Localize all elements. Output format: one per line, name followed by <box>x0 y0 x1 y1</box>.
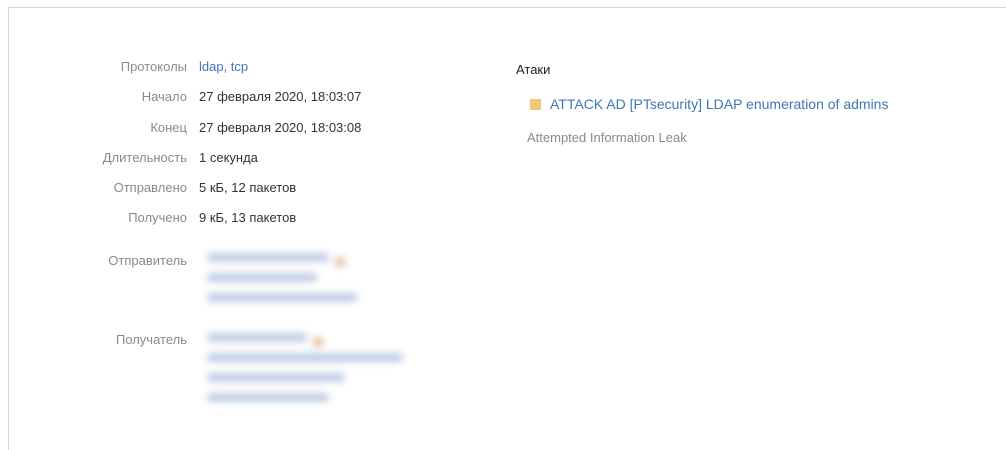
received-label: Получено <box>128 210 187 225</box>
sender-label: Отправитель <box>108 253 187 268</box>
sent-value: 5 кБ, 12 пакетов <box>199 180 297 195</box>
recipient-label: Получатель <box>115 332 187 347</box>
attack-classification: Attempted Information Leak <box>527 130 687 145</box>
end-value: 27 февраля 2020, 18:03:08 <box>199 120 362 135</box>
sender-redacted <box>207 254 357 314</box>
start-value: 27 февраля 2020, 18:03:07 <box>199 89 362 104</box>
duration-value: 1 секунда <box>199 150 258 165</box>
duration-label: Длительность <box>102 150 187 165</box>
sender-flag-icon <box>335 256 345 267</box>
protocols-link[interactable]: ldap, tcp <box>199 58 248 76</box>
attacks-section: Атаки ATTACK AD [PTsecurity] LDAP enumer… <box>516 62 888 145</box>
attacks-title: Атаки <box>516 62 551 77</box>
attack-severity-icon <box>530 99 541 110</box>
connection-details-panel: Протоколы ldap, tcp Начало 27 февраля 20… <box>8 7 1006 450</box>
start-label: Начало <box>141 89 187 104</box>
sent-label: Отправлено <box>113 180 187 195</box>
recipient-flag-icon <box>313 336 323 347</box>
attack-link[interactable]: ATTACK AD [PTsecurity] LDAP enumeration … <box>530 96 888 112</box>
end-label: Конец <box>150 120 187 135</box>
protocols-label: Протоколы <box>120 59 187 74</box>
received-value: 9 кБ, 13 пакетов <box>199 210 297 225</box>
attack-name: ATTACK AD [PTsecurity] LDAP enumeration … <box>550 96 889 112</box>
recipient-redacted <box>207 334 403 414</box>
